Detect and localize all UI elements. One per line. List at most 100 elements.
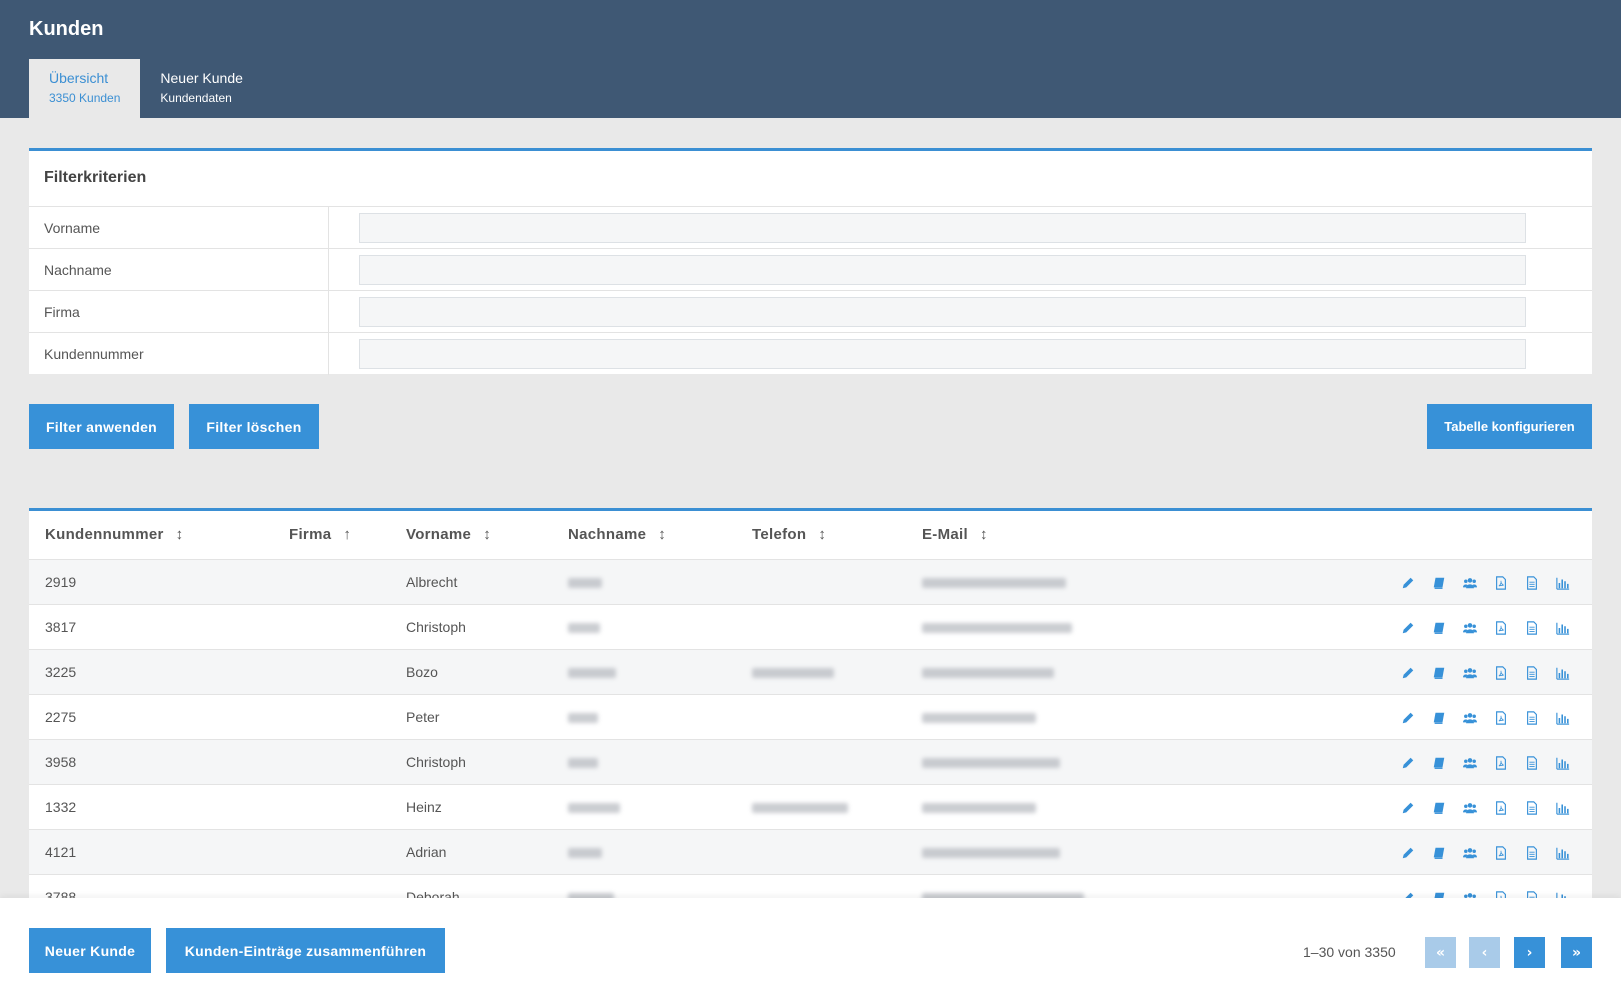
table-row[interactable]: 4121 Adrian: [29, 829, 1592, 875]
pdf-file-icon[interactable]: [1494, 710, 1508, 725]
bar-chart-icon[interactable]: [1556, 846, 1570, 860]
bar-chart-icon[interactable]: [1556, 621, 1570, 635]
pdf-file-icon[interactable]: [1494, 755, 1508, 770]
users-icon[interactable]: [1463, 801, 1477, 815]
book-icon[interactable]: [1432, 576, 1446, 590]
column-header-telefon[interactable]: Telefon ↕: [752, 511, 922, 560]
sort-icon[interactable]: ↕: [176, 526, 184, 543]
nachname-input[interactable]: [359, 255, 1526, 285]
redacted-nachname: [568, 577, 602, 588]
pdf-file-icon[interactable]: [1494, 890, 1508, 898]
table-row[interactable]: 3788 Deborah: [29, 874, 1592, 898]
merge-customers-button[interactable]: Kunden-Einträge zusammenführen: [166, 928, 445, 973]
sort-icon[interactable]: ↕: [483, 526, 491, 543]
last-page-button[interactable]: »: [1561, 937, 1592, 968]
column-header-email[interactable]: E-Mail ↕: [922, 511, 1372, 560]
row-actions: [1372, 649, 1592, 695]
sort-icon[interactable]: ↕: [818, 526, 826, 543]
bar-chart-icon[interactable]: [1556, 801, 1570, 815]
table-row[interactable]: 3225 Bozo: [29, 649, 1592, 695]
users-icon[interactable]: [1463, 891, 1477, 898]
document-icon[interactable]: [1525, 845, 1539, 860]
document-icon[interactable]: [1525, 620, 1539, 635]
book-icon[interactable]: [1432, 711, 1446, 725]
users-icon[interactable]: [1463, 666, 1477, 680]
book-icon[interactable]: [1432, 666, 1446, 680]
firma-input[interactable]: [359, 297, 1526, 327]
document-icon[interactable]: [1525, 575, 1539, 590]
cell-vorname: Deborah: [406, 874, 568, 898]
sort-icon[interactable]: ↑: [343, 526, 351, 543]
cell-vorname: Albrecht: [406, 559, 568, 605]
apply-filter-button[interactable]: Filter anwenden: [29, 404, 174, 449]
cell-kundennummer: 3225: [29, 649, 281, 695]
document-icon[interactable]: [1525, 890, 1539, 898]
book-icon[interactable]: [1432, 846, 1446, 860]
tab-new-customer-sub: Kundendaten: [160, 91, 232, 105]
table-row[interactable]: 3958 Christoph: [29, 739, 1592, 785]
table-row[interactable]: 2275 Peter: [29, 694, 1592, 740]
pencil-icon[interactable]: [1401, 801, 1415, 815]
document-icon[interactable]: [1525, 665, 1539, 680]
sort-icon[interactable]: ↕: [658, 526, 666, 543]
document-icon[interactable]: [1525, 800, 1539, 815]
clear-filter-button[interactable]: Filter löschen: [189, 404, 319, 449]
redacted-nachname: [568, 757, 598, 768]
users-icon[interactable]: [1463, 846, 1477, 860]
column-header-label: Firma: [289, 526, 332, 544]
pdf-file-icon[interactable]: [1494, 665, 1508, 680]
bar-chart-icon[interactable]: [1556, 576, 1570, 590]
new-customer-button[interactable]: Neuer Kunde: [29, 928, 151, 973]
book-icon[interactable]: [1432, 756, 1446, 770]
pencil-icon[interactable]: [1401, 621, 1415, 635]
users-icon[interactable]: [1463, 576, 1477, 590]
kundennummer-input[interactable]: [359, 339, 1526, 369]
table-header-row: Kundennummer ↕ Firma ↑ Vorname ↕ Nachname ↕ …: [29, 511, 1592, 560]
next-page-button[interactable]: ›: [1514, 937, 1545, 968]
book-icon[interactable]: [1432, 891, 1446, 898]
pencil-icon[interactable]: [1401, 576, 1415, 590]
redacted-email: [922, 757, 1060, 768]
column-header-kundennummer[interactable]: Kundennummer ↕: [29, 511, 281, 560]
book-icon[interactable]: [1432, 621, 1446, 635]
tab-overview[interactable]: Übersicht 3350 Kunden: [29, 59, 141, 118]
tab-new-customer[interactable]: Neuer Kunde Kundendaten: [140, 59, 263, 118]
table-row[interactable]: 1332 Heinz: [29, 784, 1592, 830]
column-header-firma[interactable]: Firma ↑: [281, 511, 406, 560]
pdf-file-icon[interactable]: [1494, 620, 1508, 635]
cell-firma: [281, 784, 406, 830]
document-icon[interactable]: [1525, 710, 1539, 725]
first-page-button[interactable]: «: [1425, 937, 1456, 968]
configure-table-button[interactable]: Tabelle konfigurieren: [1427, 404, 1592, 449]
pdf-file-icon[interactable]: [1494, 800, 1508, 815]
cell-vorname: Christoph: [406, 739, 568, 785]
column-header-vorname[interactable]: Vorname ↕: [406, 511, 568, 560]
column-header-label: Nachname: [568, 526, 647, 544]
bar-chart-icon[interactable]: [1556, 711, 1570, 725]
pdf-file-icon[interactable]: [1494, 845, 1508, 860]
bar-chart-icon[interactable]: [1556, 891, 1570, 898]
users-icon[interactable]: [1463, 711, 1477, 725]
sort-icon[interactable]: ↕: [980, 526, 988, 543]
pdf-file-icon[interactable]: [1494, 575, 1508, 590]
vorname-input[interactable]: [359, 213, 1526, 243]
users-icon[interactable]: [1463, 621, 1477, 635]
pencil-icon[interactable]: [1401, 711, 1415, 725]
cell-firma: [281, 694, 406, 740]
pencil-icon[interactable]: [1401, 891, 1415, 898]
pencil-icon[interactable]: [1401, 666, 1415, 680]
column-header-nachname[interactable]: Nachname ↕: [568, 511, 752, 560]
bar-chart-icon[interactable]: [1556, 666, 1570, 680]
pencil-icon[interactable]: [1401, 756, 1415, 770]
book-icon[interactable]: [1432, 801, 1446, 815]
users-icon[interactable]: [1463, 756, 1477, 770]
row-actions: [1372, 559, 1592, 605]
pencil-icon[interactable]: [1401, 846, 1415, 860]
table-row[interactable]: 2919 Albrecht: [29, 559, 1592, 605]
table-row[interactable]: 3817 Christoph: [29, 604, 1592, 650]
cell-firma: [281, 649, 406, 695]
cell-email: [922, 784, 1372, 830]
bar-chart-icon[interactable]: [1556, 756, 1570, 770]
document-icon[interactable]: [1525, 755, 1539, 770]
prev-page-button[interactable]: ‹: [1469, 937, 1500, 968]
